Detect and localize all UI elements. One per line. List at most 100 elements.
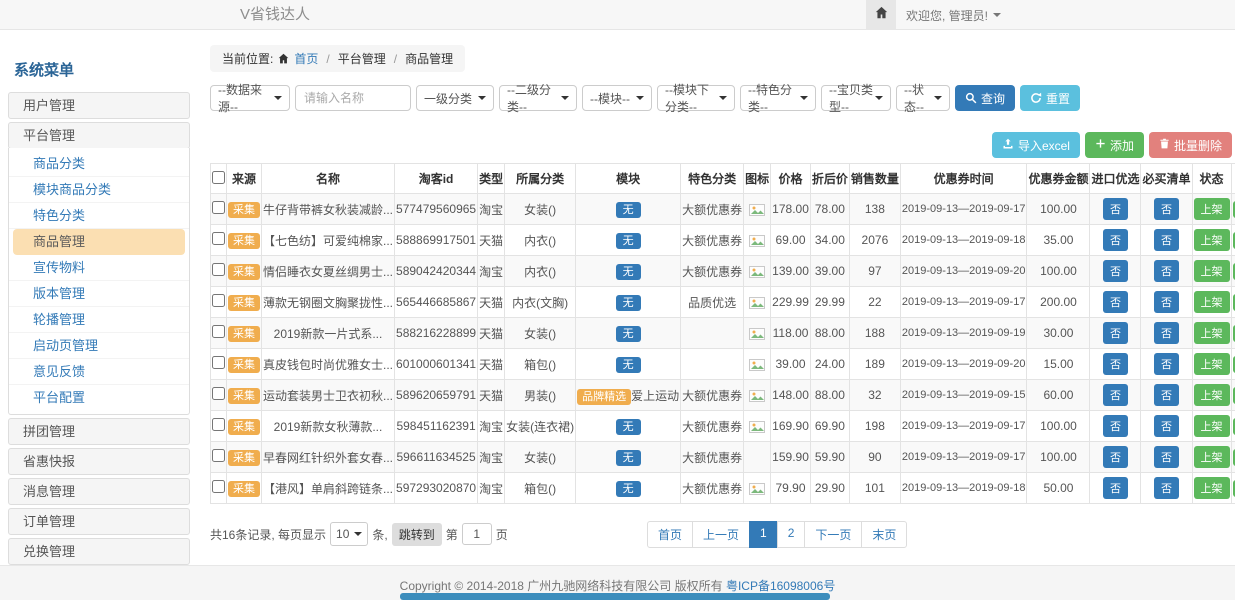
row-checkbox[interactable] [212,387,225,400]
must-buy-toggle[interactable]: 否 [1154,446,1179,468]
sidebar-group[interactable]: 兑换管理 [8,538,190,565]
row-checkbox[interactable] [212,480,225,493]
row-checkbox[interactable] [212,325,225,338]
status-toggle[interactable]: 上架 [1194,229,1230,251]
pagination-button[interactable]: 1 [749,521,778,548]
status-toggle[interactable]: 上架 [1194,353,1230,375]
taoke-id: 596611634525 [395,442,478,473]
row-checkbox[interactable] [212,232,225,245]
must-buy-toggle[interactable]: 否 [1154,353,1179,375]
breadcrumb-label: 当前位置: [222,50,273,67]
bottom-scrollbar[interactable] [400,593,830,600]
status-toggle[interactable]: 上架 [1194,446,1230,468]
sidebar-item[interactable]: 版本管理 [9,281,189,307]
sidebar-item[interactable]: 平台配置 [9,385,189,411]
status-toggle[interactable]: 上架 [1194,415,1230,437]
product-name: 2019新款一片式系... [262,318,395,349]
home-button[interactable] [866,0,896,30]
pagination-button[interactable]: 上一页 [692,521,750,548]
sidebar-item[interactable]: 宣传物料 [9,255,189,281]
jump-page-input[interactable] [462,523,492,545]
row-checkbox[interactable] [212,294,225,307]
sidebar-group[interactable]: 订单管理 [8,508,190,535]
add-button[interactable]: 添加 [1085,132,1144,158]
must-buy-toggle[interactable]: 否 [1154,477,1179,499]
sidebar-group[interactable]: 用户管理 [8,92,190,119]
import-select-toggle[interactable]: 否 [1103,353,1128,375]
pagination-button[interactable]: 2 [777,521,806,548]
module-badge: 无 [616,357,641,373]
module-sub-category-select[interactable]: --模块下分类-- [657,85,735,111]
level1-category-select[interactable]: 一级分类 [416,85,494,111]
status-toggle[interactable]: 上架 [1194,198,1230,220]
module-select[interactable]: --模块-- [582,85,652,111]
row-checkbox[interactable] [212,263,225,276]
level2-category-select[interactable]: --二级分类-- [499,85,577,111]
import-select-toggle[interactable]: 否 [1103,415,1128,437]
name-input[interactable] [295,85,411,111]
import-select-toggle[interactable]: 否 [1103,477,1128,499]
import-select-toggle[interactable]: 否 [1103,446,1128,468]
user-menu[interactable]: 欢迎您, 管理员! [906,0,1001,30]
status-toggle[interactable]: 上架 [1194,322,1230,344]
product-image-thumbnail [749,235,765,247]
row-checkbox[interactable] [212,418,225,431]
must-buy-toggle[interactable]: 否 [1154,415,1179,437]
data-source-select[interactable]: --数据来源-- [210,85,290,111]
import-select-toggle[interactable]: 否 [1103,322,1128,344]
column-header: 特色分类 [681,164,744,194]
taoke-id: 589042420344 [395,256,478,287]
sidebar-group[interactable]: 拼团管理 [8,418,190,445]
sidebar-group[interactable]: 消息管理 [8,478,190,505]
sidebar-item[interactable]: 商品分类 [9,151,189,177]
must-buy-toggle[interactable]: 否 [1154,260,1179,282]
chevron-down-icon [274,96,282,100]
batch-delete-button[interactable]: 批量删除 [1149,132,1232,158]
icp-link[interactable]: 粤ICP备16098006号 [726,579,835,593]
sidebar-item[interactable]: 商品管理 [13,229,185,255]
must-buy-toggle[interactable]: 否 [1154,291,1179,313]
per-page-select[interactable]: 10 [330,522,368,546]
status-select[interactable]: --状态-- [896,85,950,111]
column-header: 销售数量 [849,164,900,194]
sidebar-group[interactable]: 平台管理 [8,122,190,149]
import-select-toggle[interactable]: 否 [1103,260,1128,282]
sidebar-item[interactable]: 轮播管理 [9,307,189,333]
column-header: 图标 [744,164,771,194]
chevron-down-icon [719,96,727,100]
pagination-button[interactable]: 末页 [861,521,907,548]
chevron-down-icon [993,13,1001,17]
import-select-toggle[interactable]: 否 [1103,229,1128,251]
jump-button[interactable]: 跳转到 [392,523,442,546]
import-select-toggle[interactable]: 否 [1103,198,1128,220]
pagination-button[interactable]: 下一页 [804,521,862,548]
import-select-toggle[interactable]: 否 [1103,384,1128,406]
search-button[interactable]: 查询 [955,85,1015,111]
sidebar-item[interactable]: 模块商品分类 [9,177,189,203]
must-buy-toggle[interactable]: 否 [1154,384,1179,406]
status-toggle[interactable]: 上架 [1194,384,1230,406]
must-buy-toggle[interactable]: 否 [1154,322,1179,344]
status-toggle[interactable]: 上架 [1194,291,1230,313]
select-all-checkbox[interactable] [212,171,225,184]
import-excel-button[interactable]: 导入excel [992,132,1080,158]
row-checkbox[interactable] [212,201,225,214]
must-buy-toggle[interactable]: 否 [1154,229,1179,251]
sidebar-item[interactable]: 特色分类 [9,203,189,229]
must-buy-toggle[interactable]: 否 [1154,198,1179,220]
row-checkbox[interactable] [212,449,225,462]
status-toggle[interactable]: 上架 [1194,477,1230,499]
column-header: 所属分类 [505,164,576,194]
item-type-select[interactable]: --宝贝类型-- [821,85,891,111]
pagination-button[interactable]: 首页 [647,521,693,548]
reset-button[interactable]: 重置 [1020,85,1080,111]
sidebar-item[interactable]: 启动页管理 [9,333,189,359]
sidebar-item[interactable]: 意见反馈 [9,359,189,385]
breadcrumb-item[interactable]: 首页 [294,50,318,67]
status-toggle[interactable]: 上架 [1194,260,1230,282]
feature-category-select[interactable]: --特色分类-- [740,85,816,111]
copyright-text: Copyright © 2014-2018 广州九驰网络科技有限公司 版权所有 [400,579,723,593]
row-checkbox[interactable] [212,356,225,369]
sidebar-group[interactable]: 省惠快报 [8,448,190,475]
import-select-toggle[interactable]: 否 [1103,291,1128,313]
